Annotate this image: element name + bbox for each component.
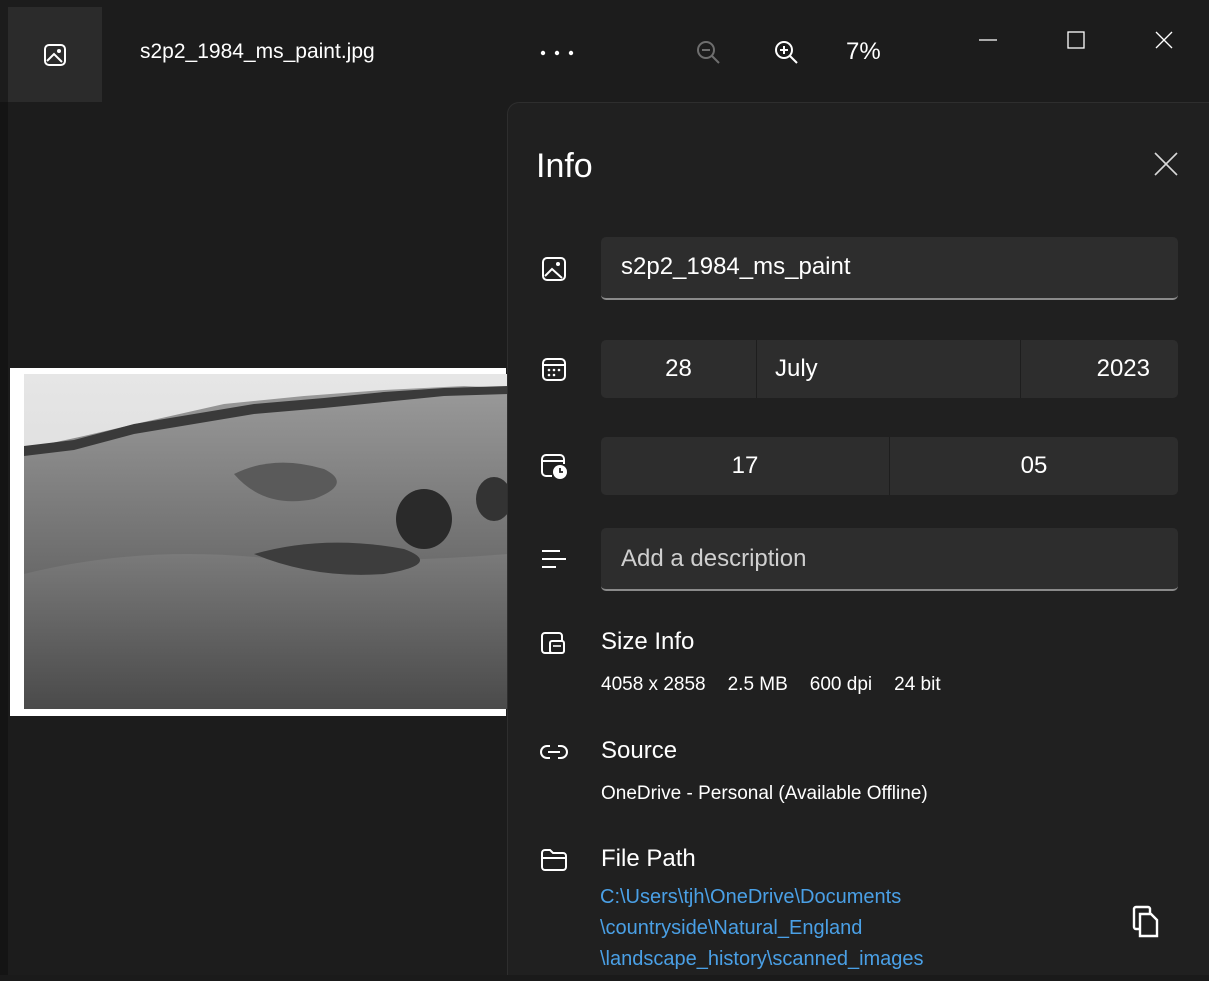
image-dimensions: 4058 x 2858 [601,674,706,695]
time-hour[interactable]: 17 [601,437,890,495]
time-minute[interactable]: 05 [890,437,1178,495]
copy-path-button[interactable] [1126,900,1166,944]
file-name-field[interactable]: s2p2_1984_ms_paint [601,237,1178,300]
minimize-icon [979,39,997,41]
file-path-link[interactable]: C:\Users\tjh\OneDrive\Documents \country… [600,882,1020,975]
viewer-edge [0,102,8,981]
source-label: Source [601,737,678,764]
folder-icon [536,842,572,878]
more-horizontal-icon [540,50,574,56]
info-panel-title: Info [536,147,593,185]
date-picker[interactable]: 28 July 2023 [601,340,1178,398]
zoom-in-icon [775,41,798,64]
size-info-label: Size Info [601,628,695,655]
time-picker[interactable]: 17 05 [601,437,1178,495]
source-value: OneDrive - Personal (Available Offline) [601,783,928,804]
close-icon [1154,152,1178,176]
size-info-values: 4058 x 2858 2.5 MB 600 dpi 24 bit [601,674,963,696]
photo-app-icon [44,43,66,66]
image-icon [536,251,572,287]
zoom-out-button[interactable] [688,32,728,72]
text-align-icon [536,542,572,578]
info-panel-close-button[interactable] [1146,144,1186,184]
photo-viewer[interactable] [10,368,508,716]
file-path-label: File Path [601,845,696,872]
title-bar: s2p2_1984_ms_paint.jpg 7% [0,0,1209,102]
file-size: 2.5 MB [727,674,788,695]
maximize-icon [1067,31,1085,49]
zoom-out-icon [697,41,720,64]
window-close-button[interactable] [1142,20,1186,60]
date-year[interactable]: 2023 [1021,340,1178,398]
date-day[interactable]: 28 [601,340,757,398]
description-field[interactable] [601,528,1178,591]
minimize-button[interactable] [966,20,1010,60]
size-info-icon [536,625,572,661]
description-input[interactable] [601,528,1178,589]
bottom-edge [0,975,1209,981]
image-dpi: 600 dpi [809,674,873,695]
file-title: s2p2_1984_ms_paint.jpg [140,40,375,63]
file-path-line[interactable]: \countryside\Natural_England [600,913,1020,944]
maximize-button[interactable] [1054,20,1098,60]
file-path-line[interactable]: \landscape_history\scanned_images [600,944,1020,975]
copy-icon [1132,905,1159,938]
close-icon [1155,31,1173,49]
file-path-line[interactable]: C:\Users\tjh\OneDrive\Documents [600,882,1020,913]
zoom-in-button[interactable] [766,32,806,72]
bit-depth: 24 bit [894,674,941,695]
photo-image [24,374,508,709]
app-icon-button[interactable] [8,7,102,102]
date-month[interactable]: July [757,340,1021,398]
zoom-level[interactable]: 7% [846,38,881,66]
calendar-icon [536,351,572,387]
more-options-button[interactable] [535,36,579,70]
calendar-clock-icon [536,448,572,484]
link-icon [536,734,572,770]
